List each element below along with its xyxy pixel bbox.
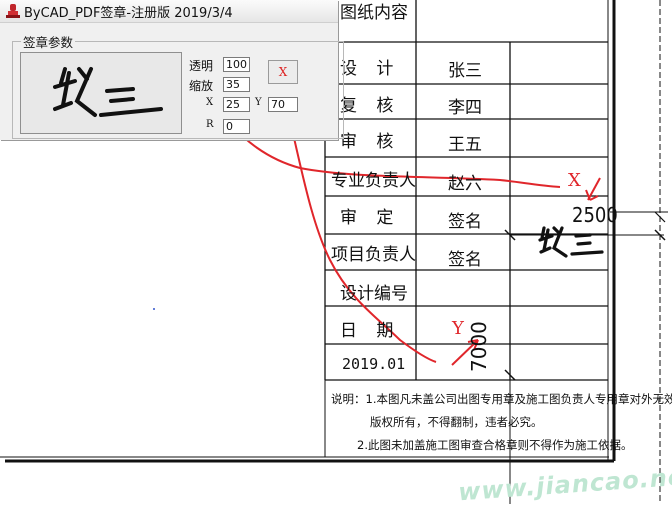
scale-input[interactable]	[223, 77, 250, 92]
row-value-discipline-lead: 赵六	[448, 174, 482, 194]
row-value-project-lead: 签名	[448, 250, 482, 270]
row-label-project-lead: 项目负责人	[331, 245, 416, 265]
row-label-date: 日 期	[340, 321, 394, 341]
r-input[interactable]	[223, 119, 250, 134]
row-label-discipline-lead: 专业负责人	[331, 171, 416, 191]
drawing-content-label: 图纸内容	[340, 3, 408, 23]
annotation-x-label: X	[568, 170, 581, 191]
dialog-titlebar[interactable]: ByCAD_PDF签章-注册版 2019/3/4	[0, 0, 338, 23]
stamp-app-icon	[6, 4, 20, 18]
label-opacity: 透明	[189, 59, 214, 73]
dimension-y-value: 7000	[467, 321, 491, 372]
row-label-approve: 审 定	[340, 208, 394, 228]
row-label-design: 设 计	[340, 59, 394, 79]
row-value-design: 张三	[448, 61, 482, 81]
label-r: R	[206, 119, 214, 130]
x-input[interactable]	[223, 97, 250, 112]
dialog-title: ByCAD_PDF签章-注册版 2019/3/4	[24, 6, 233, 21]
annotation-y-label: Y	[452, 318, 464, 339]
note-line-1: 说明：1.本图凡未盖公司出图专用章及施工图负责人专用章对外无效。	[331, 392, 672, 406]
row-value-review: 李四	[448, 98, 482, 118]
row-label-check: 审 核	[340, 132, 394, 152]
params-group-label: 签章参数	[21, 32, 76, 51]
label-y: Y	[255, 97, 262, 108]
stamp-signature	[538, 226, 604, 258]
date-value: 2019.01	[342, 355, 406, 373]
row-label-review: 复 核	[340, 96, 394, 116]
row-label-design-number: 设计编号	[340, 284, 408, 304]
label-scale: 缩放	[189, 79, 214, 93]
signature-dialog[interactable]: ByCAD_PDF签章-注册版 2019/3/4 签章参数 透明 缩放 X Y …	[0, 0, 344, 140]
y-input[interactable]	[268, 97, 298, 112]
signature-preview-button[interactable]	[20, 52, 182, 134]
note-line-3: 2.此图未加盖施工图审查合格章则不得作为施工依据。	[357, 438, 633, 452]
label-x: X	[206, 97, 214, 108]
dimension-x-value: 2500	[572, 203, 618, 227]
row-value-check: 王五	[448, 135, 482, 155]
close-x-button[interactable]: X	[268, 60, 298, 84]
signature-image	[53, 67, 163, 117]
opacity-input[interactable]	[223, 57, 250, 72]
note-line-2: 版权所有，不得翻制，违者必究。	[370, 415, 543, 429]
row-value-approve: 签名	[448, 212, 482, 232]
